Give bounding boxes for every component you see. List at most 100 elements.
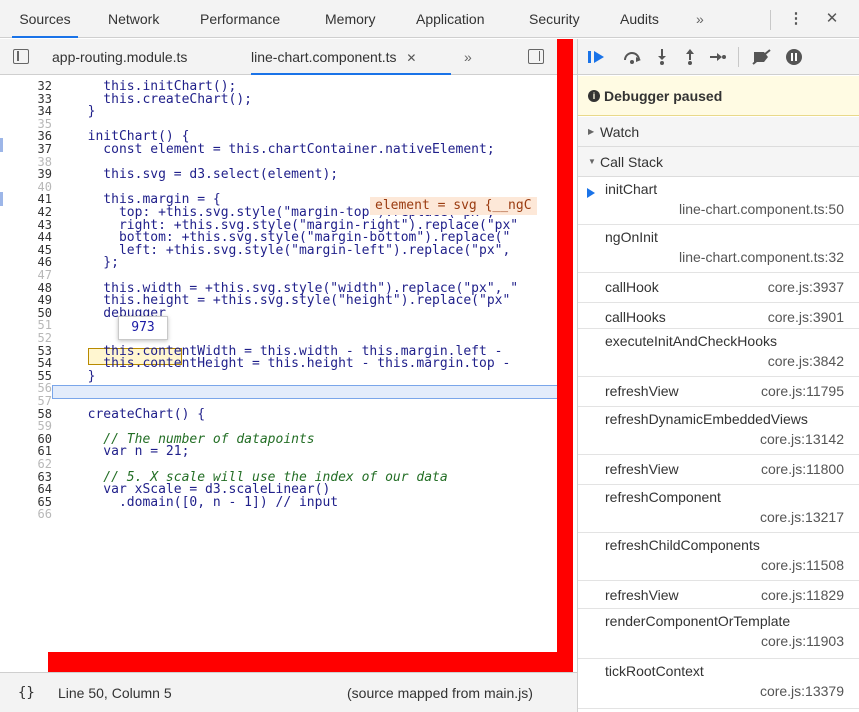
code-editor[interactable]: 32 33 34 35 36 37 38 39 40 41 42 43 44 45 46 47 48 49 50 51… (0, 76, 560, 668)
frame-location: core.js:3901 (767, 309, 844, 325)
frame-location: core.js:11829 (760, 587, 844, 603)
frame-location: core.js:3842 (767, 353, 844, 369)
call-frame[interactable]: renderComponentOrTemplate core.js:11903 (578, 609, 859, 659)
resume-icon[interactable] (586, 39, 610, 75)
toolbar-divider (770, 10, 771, 30)
tab-sources[interactable]: Sources (12, 0, 78, 38)
code-line: var n = 21; (72, 444, 190, 460)
current-frame-arrow-icon (587, 188, 595, 198)
code-line: } (72, 104, 96, 120)
frame-function-name: refreshDynamicEmbeddedViews (605, 411, 808, 427)
file-tab-line-chart[interactable]: line-chart.component.ts ✕ (251, 39, 451, 75)
call-frame[interactable]: refreshDynamicEmbeddedViews core.js:13142 (578, 407, 859, 455)
frame-function-name: executeInitAndCheckHooks (605, 333, 777, 349)
close-icon[interactable]: ✕ (822, 0, 842, 38)
frame-location: line-chart.component.ts:32 (679, 249, 844, 265)
call-frame[interactable]: tickRootContext core.js:13379 (578, 659, 859, 709)
call-frame[interactable]: callHooks core.js:3901 (578, 303, 859, 329)
frame-function-name: refreshComponent (605, 489, 721, 505)
file-tab-bar: app-routing.module.ts line-chart.compone… (0, 39, 577, 75)
frame-location: core.js:3937 (767, 279, 844, 295)
code-line: left: +this.svg.style("margin-left").rep… (72, 242, 511, 258)
line-number-gutter[interactable]: 32 33 34 35 36 37 38 39 40 41 42 43 44 45 46 47 48 49 50 51… (18, 76, 52, 668)
call-frame[interactable]: refreshComponent core.js:13217 (578, 485, 859, 533)
step-over-icon[interactable] (620, 39, 644, 75)
code-line: createChart() { (72, 406, 206, 422)
tab-audits[interactable]: Audits (620, 0, 659, 38)
call-frame[interactable]: ngOnInit line-chart.component.ts:32 (578, 225, 859, 273)
line-number[interactable]: 66 (18, 508, 52, 521)
debugger-paused-banner: i Debugger paused (578, 76, 859, 116)
pretty-print-button[interactable]: {} (18, 673, 35, 712)
toolbar-divider (738, 47, 739, 67)
frame-location: core.js:11508 (760, 557, 844, 573)
pause-on-exceptions-icon[interactable] (782, 39, 806, 75)
code-line: this.createChart(); (72, 91, 253, 107)
frame-location: core.js:11800 (760, 461, 844, 477)
cursor-position: Line 50, Column 5 (58, 685, 172, 701)
frame-function-name: callHooks (605, 309, 666, 325)
frame-function-name: renderComponentOrTemplate (605, 613, 791, 629)
code-line: const element = this.chartContainer.nati… (72, 142, 495, 157)
call-frame[interactable]: refreshView core.js:11829 (578, 581, 859, 609)
file-tab-label: line-chart.component.ts (251, 49, 397, 65)
more-files-button[interactable]: » (464, 39, 472, 75)
toggle-navigator-icon[interactable] (13, 49, 29, 64)
source-map-note[interactable]: (source mapped from main.js) (347, 673, 533, 712)
info-icon: i (588, 90, 600, 102)
frame-location: core.js:11795 (760, 383, 844, 399)
code-line: } (72, 368, 96, 384)
toggle-debugger-icon[interactable] (528, 49, 544, 64)
editor-status-bar: {} Line 50, Column 5 (source mapped from… (0, 672, 577, 712)
code-line: this.contentHeight = this.height - this.… (72, 356, 511, 372)
tab-security[interactable]: Security (529, 0, 580, 38)
inline-variable-value: element = svg {__ngC (370, 197, 537, 215)
call-frame[interactable]: initChart line-chart.component.ts:50 (578, 177, 859, 225)
call-frame[interactable]: refreshView core.js:11800 (578, 455, 859, 485)
frame-function-name: refreshView (605, 461, 679, 477)
step-out-icon[interactable] (678, 39, 702, 75)
paused-message: Debugger paused (604, 88, 723, 104)
step-icon[interactable] (706, 39, 730, 75)
frame-function-name: initChart (605, 181, 658, 197)
callstack-section-header[interactable]: ▼ Call Stack (578, 147, 859, 177)
code-line: this.svg = d3.select(element); (72, 167, 339, 183)
watch-section-header[interactable]: ▶ Watch (578, 117, 859, 147)
frame-function-name: refreshView (605, 383, 679, 399)
call-frame[interactable]: executeInitAndCheckHooks core.js:3842 (578, 329, 859, 377)
collapse-triangle-icon: ▼ (588, 157, 596, 166)
red-annotation-line (48, 652, 573, 672)
frame-location: core.js:11903 (760, 633, 844, 649)
hover-value-tooltip: 973 (118, 316, 168, 340)
frame-function-name: refreshChildComponents (605, 537, 760, 553)
debugger-sidebar: i Debugger paused ▶ Watch ▼ Call Stack i… (577, 39, 859, 712)
devtools-tab-bar: Sources Network Performance Memory Appli… (0, 0, 859, 38)
tab-performance[interactable]: Performance (200, 0, 280, 38)
code-line: }; (72, 255, 119, 271)
kebab-menu-icon[interactable]: ⋮ (786, 0, 806, 38)
frame-function-name: refreshView (605, 587, 679, 603)
more-tabs-button[interactable]: » (696, 0, 704, 38)
frame-function-name: ngOnInit (605, 229, 658, 245)
callstack-label: Call Stack (600, 154, 664, 170)
expand-triangle-icon: ▶ (588, 127, 595, 136)
file-tab-app-routing[interactable]: app-routing.module.ts (52, 39, 187, 75)
frame-location: line-chart.component.ts:50 (679, 201, 844, 217)
code-line: .domain([0, n - 1]) // input (72, 494, 339, 510)
frame-location: core.js:13142 (759, 431, 844, 447)
call-frame[interactable]: refreshView core.js:11795 (578, 377, 859, 407)
deactivate-breakpoints-icon[interactable] (750, 39, 774, 75)
frame-function-name: callHook (605, 279, 659, 295)
current-execution-line (52, 385, 560, 399)
call-frame[interactable]: callHook core.js:3937 (578, 273, 859, 303)
tab-memory[interactable]: Memory (325, 0, 376, 38)
tab-network[interactable]: Network (108, 0, 159, 38)
step-into-icon[interactable] (650, 39, 674, 75)
frame-location: core.js:13217 (759, 509, 844, 525)
call-frame[interactable]: refreshChildComponents core.js:11508 (578, 533, 859, 581)
debugger-toolbar (578, 39, 859, 75)
gutter-marker (0, 192, 3, 206)
frame-function-name: tickRootContext (605, 663, 704, 679)
tab-application[interactable]: Application (416, 0, 485, 38)
close-tab-icon[interactable]: ✕ (406, 51, 416, 65)
